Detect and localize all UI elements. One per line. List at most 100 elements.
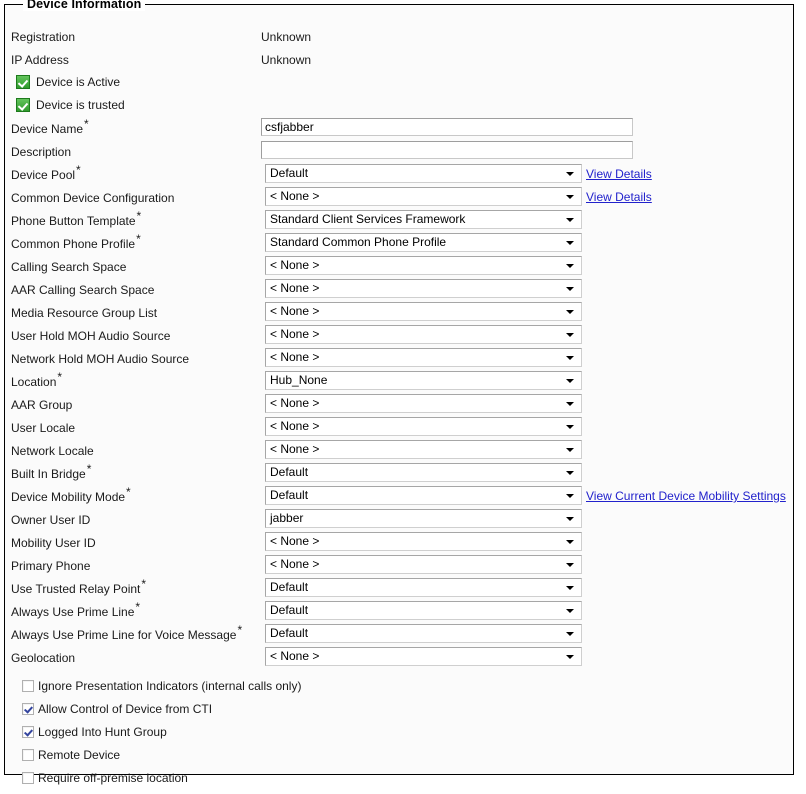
chevron-down-icon [566,609,574,613]
require-off-premise-location-checkbox[interactable] [22,772,34,784]
use-trusted-relay-point-select[interactable]: Default [265,578,582,597]
built-in-bridge-select[interactable]: Default [265,463,582,482]
device-pool-selected-value: Default [270,166,309,180]
label-owner-user-id: Owner User ID [11,513,91,527]
checkbox-label-ignore-presentation-indicators-internal-calls-only: Ignore Presentation Indicators (internal… [38,679,302,693]
label-geolocation: Geolocation [11,651,76,665]
device-mobility-mode-selected-value: Default [270,488,309,502]
label-media-resource-group-list: Media Resource Group List [11,306,158,320]
user-hold-moh-audio-source-select[interactable]: < None > [265,325,582,344]
device-name-input[interactable] [261,118,633,136]
common-device-configuration-selected-value: < None > [270,189,320,203]
calling-search-space-selected-value: < None > [270,258,320,272]
chevron-down-icon [566,356,574,360]
checkbox-row-ignore-presentation-indicators-internal-calls-only[interactable]: Ignore Presentation Indicators (internal… [5,679,793,702]
always-use-prime-line-for-voice-message-selected-value: Default [270,626,309,640]
mobility-user-id-selected-value: < None > [270,534,320,548]
always-use-prime-line-for-voice-message-select[interactable]: Default [265,624,582,643]
required-asterisk: * [136,209,142,223]
aar-group-select[interactable]: < None > [265,394,582,413]
chevron-down-icon [566,494,574,498]
field-row-geolocation: Geolocation < None > [5,647,793,673]
chevron-down-icon [566,379,574,383]
device-mobility-mode-select[interactable]: Default [265,486,582,505]
chevron-down-icon [566,517,574,521]
label-aar-group: AAR Group [11,398,73,412]
network-locale-selected-value: < None > [270,442,320,456]
chevron-down-icon [566,471,574,475]
allow-control-of-device-from-cti-checkbox[interactable] [22,703,34,715]
chevron-down-icon [566,563,574,567]
phone-button-template-select[interactable]: Standard Client Services Framework [265,210,582,229]
value-registration: Unknown [261,30,312,44]
common-phone-profile-select[interactable]: Standard Common Phone Profile [265,233,582,252]
label-always-use-prime-line-for-voice-message: Always Use Prime Line for Voice Message* [11,623,243,642]
chevron-down-icon [566,310,574,314]
checkbox-row-allow-control-of-device-from-cti[interactable]: Allow Control of Device from CTI [5,702,793,725]
label-device-name: Device Name* [11,117,89,136]
media-resource-group-list-select[interactable]: < None > [265,302,582,321]
user-locale-select[interactable]: < None > [265,417,582,436]
label-description: Description [11,145,72,159]
label-always-use-prime-line: Always Use Prime Line* [11,600,141,619]
required-asterisk: * [126,485,131,499]
status-label-device-is-active: Device is Active [36,75,121,89]
chevron-down-icon [566,632,574,636]
label-network-locale: Network Locale [11,444,94,458]
description-input[interactable] [261,141,633,159]
chevron-down-icon [566,425,574,429]
common-device-configuration-select[interactable]: < None > [265,187,582,206]
remote-device-checkbox[interactable] [22,749,34,761]
mobility-user-id-select[interactable]: < None > [265,532,582,551]
chevron-down-icon [566,287,574,291]
network-locale-select[interactable]: < None > [265,440,582,459]
geolocation-select[interactable]: < None > [265,647,582,666]
green-check-icon [16,98,30,112]
label-mobility-user-id: Mobility User ID [11,536,96,550]
required-asterisk: * [237,623,243,637]
chevron-down-icon [566,333,574,337]
view-details-link[interactable]: View Details [586,166,652,182]
value-ip-address: Unknown [261,53,312,67]
logged-into-hunt-group-checkbox[interactable] [22,726,34,738]
view-details-link[interactable]: View Details [586,189,652,205]
chevron-down-icon [566,402,574,406]
checkbox-label-allow-control-of-device-from-cti: Allow Control of Device from CTI [38,702,213,716]
aar-calling-search-space-select[interactable]: < None > [265,279,582,298]
chevron-down-icon [566,264,574,268]
media-resource-group-list-selected-value: < None > [270,304,320,318]
chevron-down-icon [566,655,574,659]
location-select[interactable]: Hub_None [265,371,582,390]
always-use-prime-line-select[interactable]: Default [265,601,582,620]
network-hold-moh-audio-source-select[interactable]: < None > [265,348,582,367]
label-device-mobility-mode: Device Mobility Mode* [11,485,131,504]
primary-phone-select[interactable]: < None > [265,555,582,574]
owner-user-id-select[interactable]: jabber [265,509,582,528]
common-phone-profile-selected-value: Standard Common Phone Profile [270,235,447,249]
calling-search-space-select[interactable]: < None > [265,256,582,275]
device-pool-select[interactable]: Default [265,164,582,183]
network-hold-moh-audio-source-selected-value: < None > [270,350,320,364]
label-ip-address: IP Address [11,53,69,67]
label-aar-calling-search-space: AAR Calling Search Space [11,283,155,297]
status-row-device-is-active: Device is Active [5,75,793,98]
chevron-down-icon [566,540,574,544]
geolocation-selected-value: < None > [270,649,320,663]
location-selected-value: Hub_None [270,373,328,387]
owner-user-id-selected-value: jabber [270,511,304,525]
label-common-device-configuration: Common Device Configuration [11,191,175,205]
checkbox-row-logged-into-hunt-group[interactable]: Logged Into Hunt Group [5,725,793,748]
status-label-device-is-trusted: Device is trusted [36,98,125,112]
chevron-down-icon [566,195,574,199]
required-asterisk: * [135,600,141,614]
use-trusted-relay-point-selected-value: Default [270,580,309,594]
checkbox-row-remote-device[interactable]: Remote Device [5,748,793,771]
aar-group-selected-value: < None > [270,396,320,410]
label-user-locale: User Locale [11,421,76,435]
required-asterisk: * [84,117,89,131]
checkbox-label-logged-into-hunt-group: Logged Into Hunt Group [38,725,167,739]
field-row-registration: Registration Unknown [5,29,793,52]
ignore-presentation-indicators-internal-calls-only-checkbox[interactable] [22,680,34,692]
view-current-device-mobility-settings-link[interactable]: View Current Device Mobility Settings [586,488,786,504]
chevron-down-icon [566,241,574,245]
